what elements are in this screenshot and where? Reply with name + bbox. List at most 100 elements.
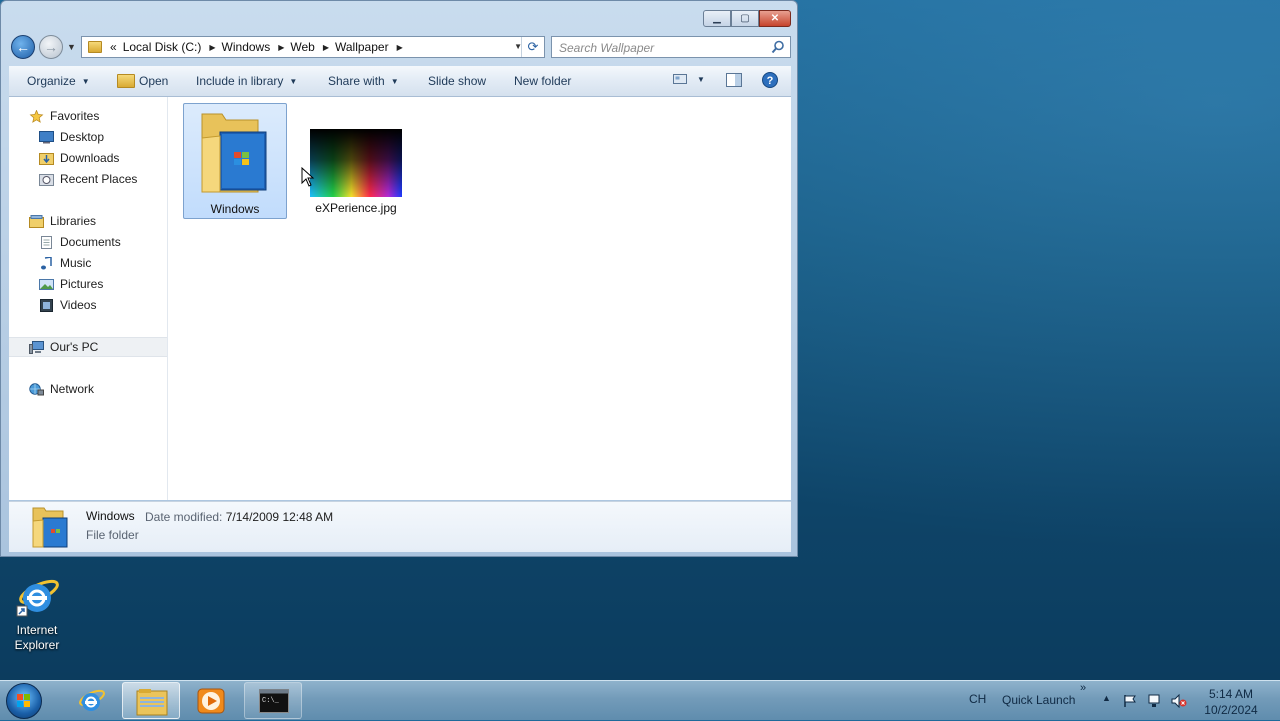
videos-icon: [40, 298, 53, 312]
nav-documents-label: Documents: [60, 235, 121, 249]
breadcrumb-label: Web: [290, 40, 315, 54]
downloads-folder-icon: [39, 152, 54, 165]
media-player-icon: [197, 688, 225, 714]
caption-buttons: ▁ ▢ ✕: [703, 10, 791, 27]
chevron-right-icon[interactable]: ▶: [278, 43, 284, 52]
clock-time: 5:14 AM: [1208, 687, 1254, 701]
breadcrumb-label: Windows: [221, 40, 271, 54]
libraries-icon: [29, 214, 44, 228]
new-folder-button[interactable]: New folder: [514, 74, 571, 88]
quick-launch-toolbar[interactable]: Quick Launch: [1002, 693, 1075, 707]
recent-pages-dropdown[interactable]: ▼: [67, 42, 76, 52]
svg-text:C:\_: C:\_: [262, 697, 280, 705]
file-item-label: eXPerience.jpg: [315, 201, 397, 215]
include-in-library-button[interactable]: Include in library ▼: [196, 74, 297, 88]
maximize-button[interactable]: ▢: [731, 10, 759, 27]
chevron-down-icon: ▼: [81, 76, 90, 86]
mouse-cursor-icon: [301, 167, 315, 187]
breadcrumb-local-disk[interactable]: Local Disk (C:) ▶: [123, 40, 216, 54]
details-item-name: Windows: [86, 509, 135, 523]
star-icon: [29, 109, 44, 123]
navigation-pane: Favorites Desktop Downloads Recent Place…: [9, 97, 168, 500]
chevron-right-icon[interactable]: ▶: [209, 43, 215, 52]
back-button[interactable]: ←: [11, 35, 35, 59]
breadcrumb-wallpaper[interactable]: Wallpaper ▶: [335, 40, 403, 54]
recent-places-icon: [39, 173, 54, 186]
forward-button[interactable]: →: [39, 35, 63, 59]
windows-logo-icon: [17, 694, 30, 707]
breadcrumb-web[interactable]: Web ▶: [290, 40, 329, 54]
nav-music[interactable]: Music: [9, 253, 167, 273]
chevron-right-icon[interactable]: ▶: [397, 43, 403, 52]
change-view-button[interactable]: ▼: [673, 73, 705, 85]
chevron-down-icon[interactable]: ▼: [697, 75, 705, 84]
nav-downloads[interactable]: Downloads: [9, 148, 167, 168]
refresh-icon[interactable]: ⟳: [521, 37, 544, 57]
help-button[interactable]: ?: [762, 72, 778, 88]
chevron-down-icon: ▼: [289, 76, 298, 86]
nav-music-label: Music: [60, 256, 92, 270]
open-button[interactable]: Open: [117, 74, 168, 88]
search-icon[interactable]: [771, 40, 785, 54]
nav-pictures[interactable]: Pictures: [9, 274, 167, 294]
minimize-button[interactable]: ▁: [703, 10, 731, 27]
system-clock[interactable]: 5:14 AM 10/2/2024: [1200, 686, 1262, 718]
taskbar-internet-explorer[interactable]: [62, 682, 120, 719]
quick-launch-chevron-icon[interactable]: »: [1080, 682, 1086, 694]
taskbar: C:\_ CH Quick Launch » ▲ 5:14 AM 10/2/20…: [0, 680, 1280, 720]
action-center-flag-icon[interactable]: [1123, 694, 1137, 708]
show-hidden-icons-button[interactable]: ▲: [1102, 693, 1111, 703]
nav-recent-places[interactable]: Recent Places: [9, 169, 167, 189]
command-bar: Organize ▼ Open Include in library ▼ Share…: [9, 66, 791, 97]
folder-icon: [88, 41, 102, 53]
nav-favorites[interactable]: Favorites: [9, 106, 167, 126]
taskbar-windows-explorer[interactable]: [122, 682, 180, 719]
desktop-icon-internet-explorer[interactable]: Internet Explorer: [8, 572, 66, 653]
nav-videos[interactable]: Videos: [9, 295, 167, 315]
close-button[interactable]: ✕: [759, 10, 791, 27]
start-button[interactable]: [6, 683, 42, 719]
taskbar-command-prompt[interactable]: C:\_: [244, 682, 302, 719]
slide-show-button[interactable]: Slide show: [428, 74, 486, 88]
music-icon: [41, 256, 52, 269]
folder-icon: [32, 507, 68, 548]
chevron-right-icon[interactable]: ▶: [323, 43, 329, 52]
preview-pane-button[interactable]: [726, 73, 742, 87]
breadcrumb-overflow-glyph: «: [110, 40, 117, 54]
nav-documents[interactable]: Documents: [9, 232, 167, 252]
organize-button[interactable]: Organize ▼: [27, 74, 90, 88]
include-in-library-label: Include in library: [196, 74, 284, 88]
file-item-experience-jpg[interactable]: eXPerience.jpg: [303, 103, 409, 219]
nav-libraries[interactable]: Libraries: [9, 211, 167, 231]
folder-item-windows[interactable]: Windows: [183, 103, 287, 219]
folder-icon: [201, 113, 267, 193]
taskbar-media-player[interactable]: [182, 682, 240, 719]
file-list-area[interactable]: Windows eXPerience.jpg: [168, 97, 791, 500]
explorer-window[interactable]: ▁ ▢ ✕ ← → ▼ « Local Disk (C:) ▶ Windows …: [0, 0, 798, 557]
language-indicator[interactable]: CH: [969, 692, 986, 706]
open-label: Open: [139, 74, 169, 88]
search-box[interactable]: Search Wallpaper: [551, 36, 791, 58]
nav-computer-label: Our's PC: [50, 340, 99, 354]
ie-label-line2: Explorer: [14, 638, 60, 652]
nav-desktop[interactable]: Desktop: [9, 127, 167, 147]
details-date-label: Date modified:: [145, 510, 223, 524]
network-tray-icon[interactable]: [1147, 694, 1163, 708]
breadcrumb-windows[interactable]: Windows ▶: [222, 40, 285, 54]
nav-libraries-label: Libraries: [50, 214, 97, 228]
preview-pane-icon: [726, 73, 742, 87]
open-folder-icon: [117, 74, 135, 88]
search-placeholder: Search Wallpaper: [559, 41, 655, 55]
nav-computer[interactable]: Our's PC: [9, 337, 167, 357]
folder-item-label: Windows: [210, 202, 260, 216]
windows-explorer-icon: [136, 689, 168, 716]
share-with-button[interactable]: Share with ▼: [328, 74, 399, 88]
nav-videos-label: Videos: [60, 298, 97, 312]
slide-show-label: Slide show: [428, 74, 487, 88]
volume-muted-icon[interactable]: [1171, 694, 1187, 708]
nav-network[interactable]: Network: [9, 379, 167, 399]
address-bar[interactable]: « Local Disk (C:) ▶ Windows ▶ Web ▶ Wall…: [81, 36, 545, 58]
breadcrumb-label: Local Disk (C:): [122, 40, 202, 54]
desktop-icon: [39, 130, 54, 143]
breadcrumb-overflow[interactable]: «: [110, 40, 117, 54]
